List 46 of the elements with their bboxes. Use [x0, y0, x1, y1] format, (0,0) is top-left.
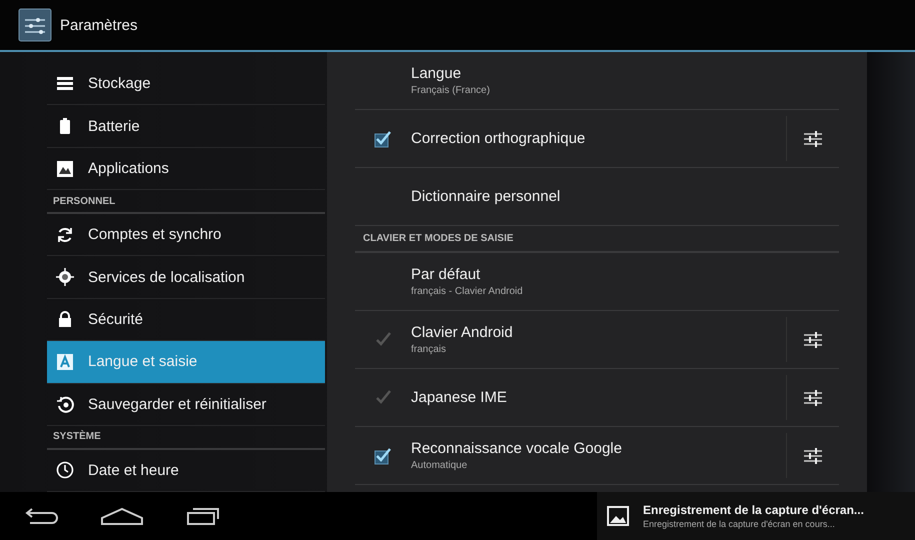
- storage-icon: [56, 74, 74, 93]
- sliders-icon: [803, 388, 823, 408]
- preference-title: Clavier Android: [411, 324, 513, 341]
- preference-item[interactable]: Langue Français (France): [355, 52, 839, 109]
- recent-apps-icon[interactable]: [186, 506, 220, 526]
- category-header: CLAVIER ET MODES DE SAISIE: [355, 226, 839, 253]
- preference-item[interactable]: Par défaut français - Clavier Android: [355, 253, 839, 310]
- restore-icon: [56, 395, 74, 414]
- preference-item[interactable]: Reconnaissance vocale Google Automatique: [355, 427, 786, 484]
- lock-icon: [56, 310, 74, 328]
- preference-summary: Automatique: [411, 460, 468, 471]
- notification[interactable]: Enregistrement de la capture d'écran... Enregistrement de la capture d'écran en cours...: [597, 492, 915, 540]
- preference-title: Japanese IME: [411, 389, 507, 406]
- preference-title: Correction orthographique: [411, 130, 586, 147]
- preference-summary: français - Clavier Android: [411, 286, 523, 297]
- notification-title: Enregistrement de la capture d'écran...: [643, 503, 864, 517]
- preference-item[interactable]: Dictionnaire personnel: [355, 168, 839, 225]
- sidebar-item[interactable]: Sauvegarder et réinitialiser: [47, 384, 325, 426]
- sliders-icon: [803, 446, 823, 466]
- back-icon[interactable]: [24, 506, 58, 526]
- sync-icon: [56, 226, 74, 244]
- preference-item[interactable]: Correction orthographique: [355, 110, 786, 167]
- location-icon: [56, 268, 74, 286]
- preference-title: Dictionnaire personnel: [411, 188, 560, 205]
- preference-title: Langue: [411, 65, 462, 82]
- clock-icon: [56, 461, 74, 480]
- sliders-icon: [803, 128, 823, 148]
- home-icon[interactable]: [100, 506, 144, 526]
- preference-summary: Français (France): [411, 85, 490, 96]
- section-header: SYSTÈME: [47, 426, 325, 450]
- preference-title: Par défaut: [411, 266, 482, 283]
- sidebar-item[interactable]: Batterie: [47, 105, 325, 148]
- sliders-icon: [803, 330, 823, 350]
- preference-summary: français: [411, 344, 448, 355]
- settings-sliders-icon[interactable]: [18, 8, 52, 42]
- app-title: Paramètres: [60, 16, 138, 34]
- sidebar-item[interactable]: Comptes et synchro: [47, 214, 325, 256]
- sidebar-item[interactable]: Services de localisation: [47, 256, 325, 299]
- image-icon: [607, 506, 629, 526]
- sidebar-item[interactable]: Stockage: [47, 63, 325, 106]
- section-header: PERSONNEL: [47, 190, 325, 214]
- preference-title: Reconnaissance vocale Google: [411, 440, 622, 457]
- checkbox[interactable]: [374, 446, 392, 464]
- sidebar-item[interactable]: Applications: [47, 148, 325, 190]
- checkbox[interactable]: [374, 130, 392, 148]
- notification-text: Enregistrement de la capture d'écran en cours...: [643, 519, 836, 529]
